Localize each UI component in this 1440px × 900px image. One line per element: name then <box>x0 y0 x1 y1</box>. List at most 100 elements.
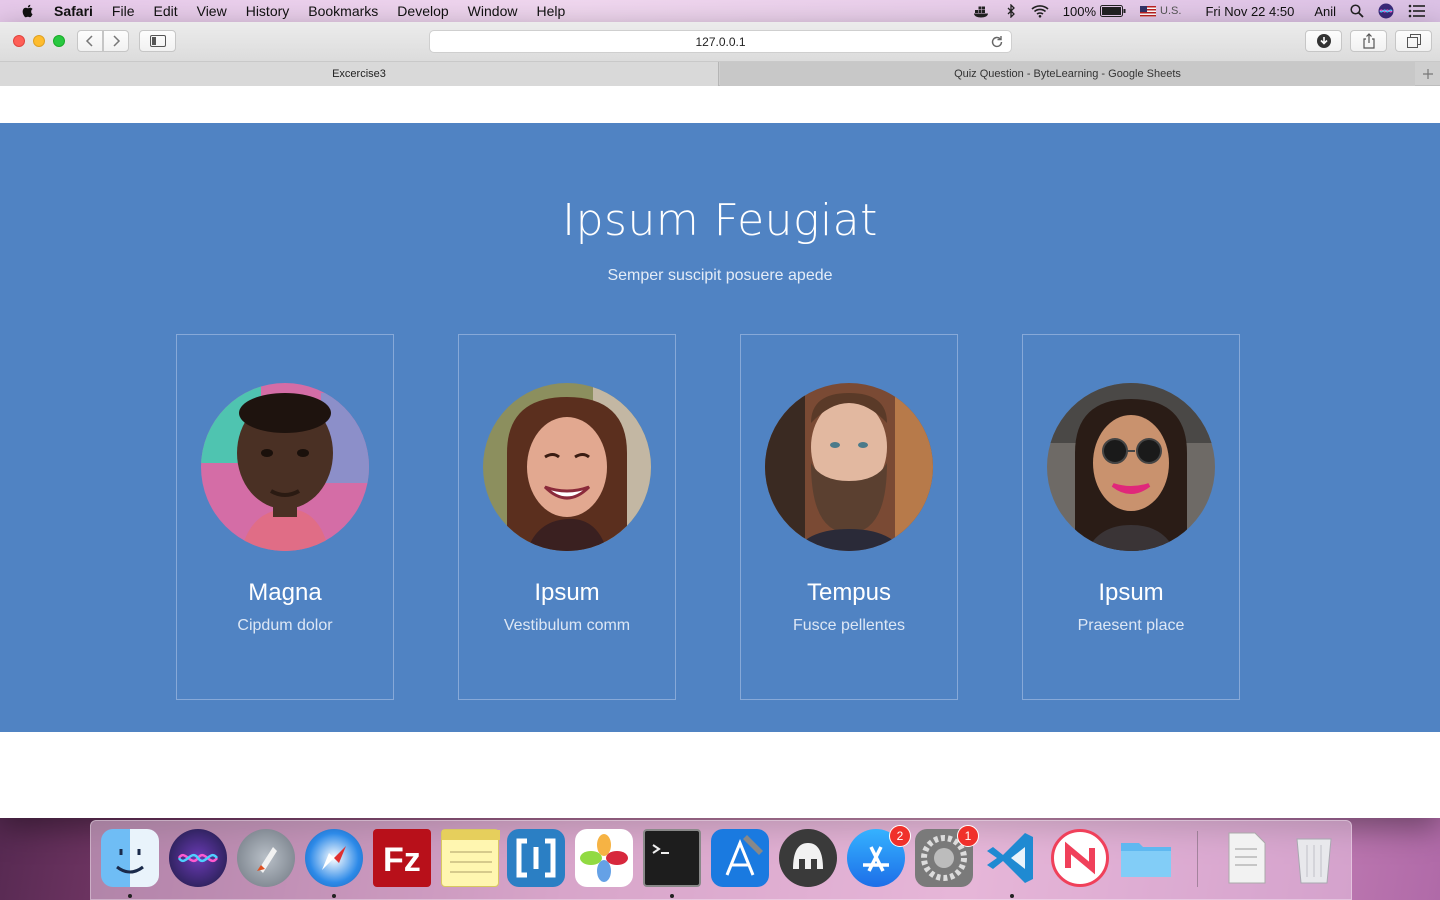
siri-icon[interactable] <box>169 829 227 887</box>
bluetooth-icon[interactable] <box>1005 4 1017 18</box>
sidebar-icon <box>149 35 166 47</box>
running-indicator <box>128 894 132 898</box>
avatar <box>1047 383 1215 551</box>
download-icon <box>1316 34 1331 48</box>
member-name: Ipsum <box>1098 579 1164 606</box>
menu-develop[interactable]: Develop <box>397 3 448 19</box>
plus-icon <box>1422 69 1433 79</box>
photos-icon[interactable] <box>575 829 633 887</box>
notification-badge: 2 <box>889 825 911 847</box>
member-name: Magna <box>248 579 322 606</box>
zoom-window-button[interactable] <box>53 35 65 47</box>
siri-icon[interactable] <box>1378 3 1394 19</box>
trash-icon[interactable] <box>1285 829 1343 887</box>
avatar <box>201 383 369 551</box>
share-icon <box>1362 33 1375 49</box>
battery-percent: 100% <box>1062 3 1097 19</box>
terminal-icon[interactable] <box>643 829 701 887</box>
tab-label: Excercise3 <box>332 68 386 80</box>
finder-icon[interactable] <box>101 829 159 887</box>
share-button[interactable] <box>1350 30 1387 52</box>
menu-history[interactable]: History <box>246 3 290 19</box>
close-window-button[interactable] <box>13 35 25 47</box>
address-bar[interactable]: 127.0.0.1 <box>429 30 1012 53</box>
menu-edit[interactable]: Edit <box>153 3 177 19</box>
vscode-icon[interactable] <box>983 829 1041 887</box>
menubar-status-area: 100% U.S. Fri Nov 22 4:50 Anil <box>973 0 1440 22</box>
news-icon[interactable] <box>1051 829 1109 887</box>
team-member-card: Magna Cipdum dolor <box>176 334 394 700</box>
section-subtitle: Semper suscipit posuere apede <box>607 267 833 284</box>
docker-icon[interactable] <box>973 4 991 18</box>
avatar <box>483 383 651 551</box>
us-flag-icon <box>1140 5 1157 17</box>
folder-icon[interactable] <box>1117 829 1175 887</box>
avatar <box>765 383 933 551</box>
member-role: Fusce pellentes <box>792 617 906 634</box>
apple-icon[interactable] <box>20 3 36 19</box>
launchpad-icon[interactable] <box>237 829 295 887</box>
menu-view[interactable]: View <box>197 3 227 19</box>
sidebar-toggle-button[interactable] <box>139 30 176 52</box>
tab-excercise3[interactable]: Excercise3 <box>0 62 719 86</box>
clock[interactable]: Fri Nov 22 4:50 <box>1205 4 1294 19</box>
browser-toolbar: 127.0.0.1 <box>0 22 1440 62</box>
dock: Fz 2 1 <box>90 820 1352 900</box>
xcode-icon[interactable] <box>711 829 769 887</box>
menu-bookmarks[interactable]: Bookmarks <box>308 3 378 19</box>
tabs-overview-icon <box>1406 34 1421 48</box>
running-indicator <box>1010 894 1014 898</box>
tab-quiz-question-sheets[interactable]: Quiz Question - ByteLearning - Google Sh… <box>720 62 1415 86</box>
battery-icon <box>1100 5 1126 17</box>
reload-icon[interactable] <box>989 34 1005 50</box>
new-tab-button[interactable] <box>1415 62 1440 86</box>
member-name: Ipsum <box>534 579 600 606</box>
menu-bar: Safari File Edit View History Bookmarks … <box>0 0 1440 22</box>
team-section: Ipsum Feugiat Semper suscipit posuere ap… <box>0 123 1440 732</box>
member-role: Vestibulum comm <box>503 617 631 634</box>
xlsx-file-icon[interactable] <box>1217 829 1275 887</box>
brackets-icon[interactable] <box>507 829 565 887</box>
chevron-right-icon <box>113 35 121 47</box>
spotlight-search-icon[interactable] <box>1350 4 1364 18</box>
forward-button[interactable] <box>103 30 129 52</box>
section-title: Ipsum Feugiat <box>562 195 878 246</box>
system-preferences-icon[interactable]: 1 <box>915 825 979 887</box>
notification-badge: 1 <box>957 825 979 847</box>
running-indicator <box>670 894 674 898</box>
safari-window: 127.0.0.1 Excercise3 Quiz Question - Byt… <box>0 22 1440 818</box>
minimize-window-button[interactable] <box>33 35 45 47</box>
input-source-label: U.S. <box>1160 5 1182 17</box>
battery-status[interactable]: 100% <box>1063 4 1126 19</box>
tab-bar: Excercise3 Quiz Question - ByteLearning … <box>0 62 1440 86</box>
member-name: Tempus <box>806 579 892 606</box>
tab-label: Quiz Question - ByteLearning - Google Sh… <box>954 68 1181 80</box>
web-page: Ipsum Feugiat Semper suscipit posuere ap… <box>0 86 1440 818</box>
member-role: Praesent place <box>1077 617 1185 634</box>
menu-help[interactable]: Help <box>536 3 565 19</box>
svg-text:Fz: Fz <box>383 841 421 879</box>
menu-file[interactable]: File <box>112 3 135 19</box>
notes-icon[interactable] <box>441 829 500 887</box>
filezilla-icon[interactable]: Fz <box>373 829 431 887</box>
app-store-icon[interactable]: 2 <box>847 825 911 887</box>
sequel-pro-icon[interactable] <box>779 829 837 887</box>
member-role: Cipdum dolor <box>237 617 333 634</box>
wifi-icon[interactable] <box>1031 4 1049 18</box>
chevron-left-icon <box>85 35 93 47</box>
back-button[interactable] <box>77 30 103 52</box>
show-tabs-button[interactable] <box>1395 30 1432 52</box>
user-name[interactable]: Anil <box>1314 4 1336 19</box>
team-member-card: Ipsum Praesent place <box>1022 334 1240 700</box>
notification-center-icon[interactable] <box>1408 4 1426 18</box>
menu-app-safari[interactable]: Safari <box>54 3 93 19</box>
team-member-card: Ipsum Vestibulum comm <box>458 334 676 700</box>
downloads-button[interactable] <box>1305 30 1342 52</box>
team-member-card: Tempus Fusce pellentes <box>740 334 958 700</box>
dock-separator <box>1197 831 1198 887</box>
url-text: 127.0.0.1 <box>695 34 746 49</box>
safari-icon[interactable] <box>305 829 363 887</box>
menu-window[interactable]: Window <box>468 3 518 19</box>
input-source[interactable]: U.S. <box>1140 5 1181 17</box>
running-indicator <box>332 894 336 898</box>
